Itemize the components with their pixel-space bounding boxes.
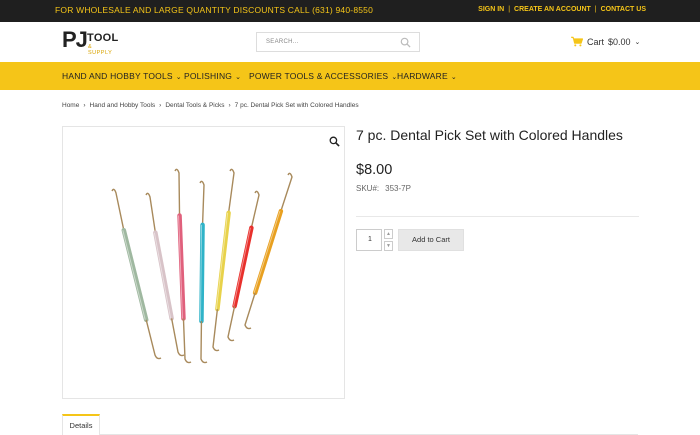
nav-item-polishing[interactable]: POLISHING ⌄ [184,71,241,81]
breadcrumb-current: 7 pc. Dental Pick Set with Colored Handl… [234,102,359,109]
breadcrumb-hand-and-hobby-tools[interactable]: Hand and Hobby Tools [90,102,156,109]
dental-pick [199,180,208,364]
dental-pick [227,190,260,342]
search-icon[interactable] [400,37,411,48]
cart-button[interactable]: Cart $0.00 ⌄ [571,36,640,47]
breadcrumb: Home › Hand and Hobby Tools › Dental Tools &… [62,102,359,109]
logo-pj: PJ [62,27,88,52]
nav-item-hardware[interactable]: HARDWARE ⌄ [397,71,457,81]
nav-label: HAND AND HOBBY TOOLS [62,71,173,81]
account-links: SIGN IN | CREATE AN ACCOUNT | CONTACT US [478,6,646,13]
decrement-button[interactable]: ▼ [384,241,393,251]
cart-icon [571,36,583,47]
contact-us-link[interactable]: CONTACT US [601,6,646,13]
product-title: 7 pc. Dental Pick Set with Colored Handl… [356,127,623,143]
nav-label: HARDWARE [397,71,448,81]
cart-total: $0.00 [608,36,631,47]
chevron-down-icon: ⌄ [235,74,242,81]
cart-label: Cart [587,36,605,47]
dental-picks-photo [111,168,293,364]
nav-item-hand-and-hobby-tools[interactable]: HAND AND HOBBY TOOLS ⌄ [62,71,182,81]
site-header: PJ TOOL & SUPPLY SEARCH... Cart $0.00 ⌄ [0,22,700,62]
dental-pick [244,172,293,330]
chevron-down-icon: ⌄ [634,38,641,46]
promo-text: FOR WHOLESALE AND LARGE QUANTITY DISCOUN… [55,5,374,15]
logo-tool: TOOL [87,32,119,44]
separator: | [594,6,597,13]
search-placeholder: SEARCH... [266,39,299,45]
quantity-value: 1 [368,236,372,243]
chevron-down-icon: ⌄ [175,74,182,81]
nav-item-power-tools[interactable]: POWER TOOLS & ACCESSORIES ⌄ [249,71,397,81]
dental-pick [111,188,162,360]
nav-label: POLISHING [184,71,233,81]
search-input[interactable]: SEARCH... [256,32,420,52]
product-price: $8.00 [356,162,393,178]
dental-pick [174,168,192,364]
sku-value: 353-7P [385,184,411,193]
product-sku: SKU#: 353-7P [356,184,411,193]
quantity-input[interactable]: 1 [356,229,382,251]
main-nav: HAND AND HOBBY TOOLS ⌄ POLISHING ⌄ POWER T… [0,62,700,90]
quantity-stepper: ▲ ▼ [384,229,393,251]
breadcrumb-home[interactable]: Home [62,102,79,109]
add-to-cart-button[interactable]: Add to Cart [398,229,464,251]
divider [356,216,639,217]
sign-in-link[interactable]: SIGN IN [478,6,504,13]
create-account-link[interactable]: CREATE AN ACCOUNT [514,6,591,13]
logo-supply: & SUPPLY [88,44,113,56]
chevron-down-icon: ⌄ [450,74,457,81]
top-bar: FOR WHOLESALE AND LARGE QUANTITY DISCOUN… [0,0,700,22]
nav-label: POWER TOOLS & ACCESSORIES [249,71,389,81]
chevron-right-icon: › [159,102,162,109]
increment-button[interactable]: ▲ [384,229,393,239]
breadcrumb-dental-tools[interactable]: Dental Tools & Picks [165,102,224,109]
tab-details[interactable]: Details [62,414,100,435]
chevron-right-icon: › [83,102,86,109]
chevron-right-icon: › [228,102,231,109]
separator: | [508,6,511,13]
sku-label: SKU#: [356,184,380,193]
product-image[interactable] [62,126,345,399]
